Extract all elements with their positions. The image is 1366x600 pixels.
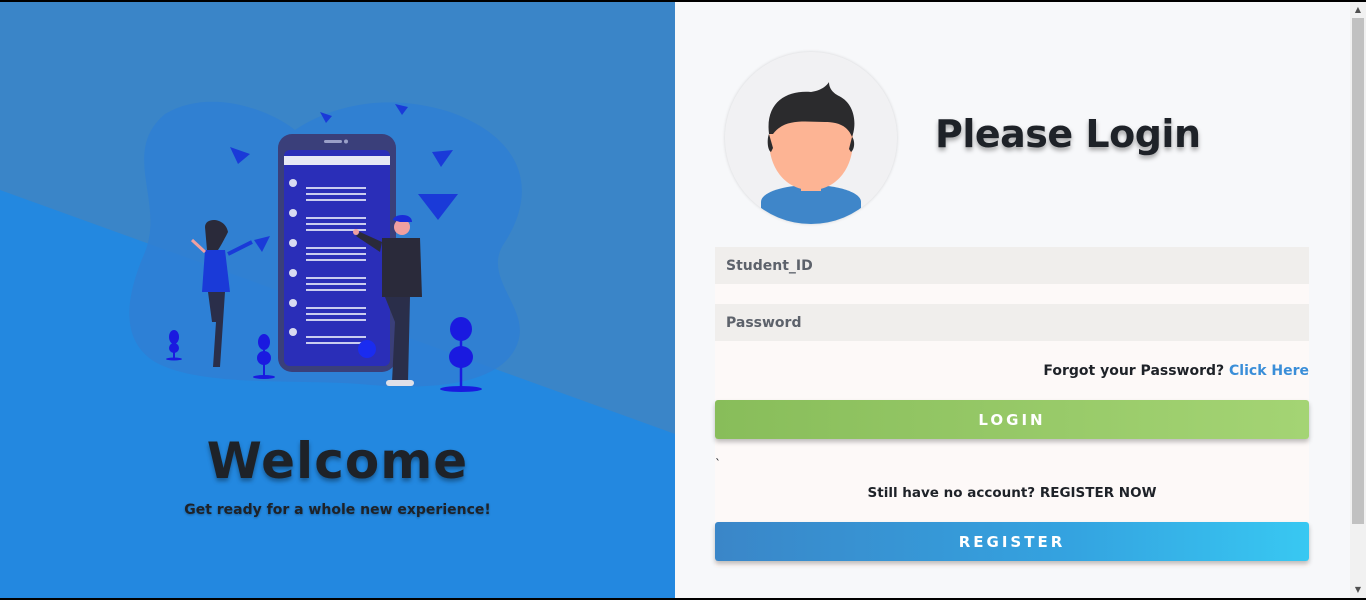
triangle-up-icon[interactable]: ▲ bbox=[1350, 2, 1366, 18]
register-button[interactable]: REGISTER bbox=[715, 522, 1309, 561]
user-avatar-icon bbox=[725, 52, 897, 224]
no-account-text: Still have no account? REGISTER NOW bbox=[867, 485, 1157, 501]
welcome-title: Welcome bbox=[206, 432, 469, 490]
login-panel: Please Login Forgot your Password? Click… bbox=[675, 2, 1350, 598]
welcome-panel: Welcome Get ready for a whole new experi… bbox=[0, 2, 675, 598]
page-scrollbar[interactable]: ▲ ▼ bbox=[1350, 2, 1366, 598]
scrollbar-thumb[interactable] bbox=[1352, 18, 1364, 524]
phone-people-illustration bbox=[129, 101, 522, 392]
login-title: Please Login bbox=[935, 112, 1201, 156]
forgot-password-label: Forgot your Password? bbox=[1043, 363, 1225, 379]
page-frame: Welcome Get ready for a whole new experi… bbox=[0, 2, 1366, 598]
login-button[interactable]: LOGIN bbox=[715, 400, 1309, 439]
triangle-down-icon[interactable]: ▼ bbox=[1350, 582, 1366, 598]
stray-mark: ` bbox=[715, 457, 721, 471]
forgot-password: Forgot your Password? Click Here bbox=[1043, 363, 1309, 379]
password-input[interactable] bbox=[715, 304, 1309, 341]
student-id-input[interactable] bbox=[715, 247, 1309, 284]
forgot-password-link[interactable]: Click Here bbox=[1229, 363, 1309, 379]
welcome-tagline: Get ready for a whole new experience! bbox=[184, 502, 491, 518]
